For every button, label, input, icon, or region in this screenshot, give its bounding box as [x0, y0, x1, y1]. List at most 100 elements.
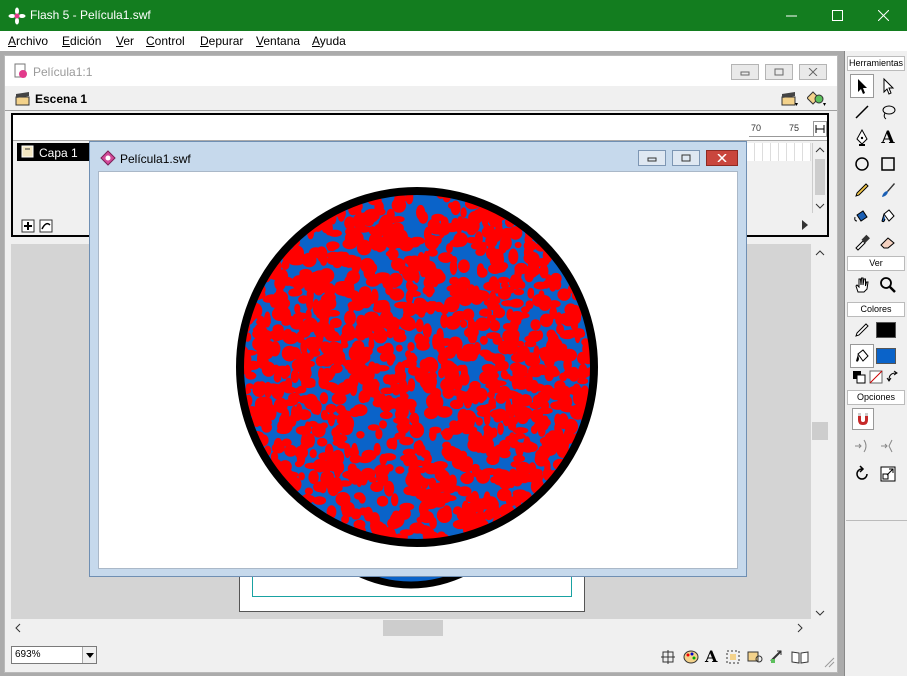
- resize-grip-icon[interactable]: [823, 656, 835, 668]
- smooth-button[interactable]: [850, 434, 874, 458]
- menu-control[interactable]: Control: [146, 34, 185, 48]
- red-spray-dot: [278, 306, 287, 322]
- timeline-vscrollbar[interactable]: [812, 143, 827, 213]
- red-spray-dot: [539, 346, 551, 362]
- actions-panel-icon[interactable]: [769, 649, 785, 665]
- red-spray-dot: [392, 510, 401, 519]
- rotate-button[interactable]: [850, 462, 874, 486]
- red-spray-dot: [514, 241, 522, 249]
- color-mixer-icon[interactable]: [683, 649, 699, 665]
- lasso-tool[interactable]: [876, 100, 900, 124]
- red-spray-dot: [340, 251, 350, 262]
- stroke-color-swatch[interactable]: [876, 322, 896, 338]
- red-spray-dot: [395, 410, 405, 417]
- stage-vscroll-thumb[interactable]: [812, 422, 828, 440]
- red-spray-dot: [501, 300, 515, 307]
- menu-ver[interactable]: Ver: [116, 34, 134, 48]
- swf-restore-button[interactable]: [672, 150, 700, 166]
- movie-restore-button[interactable]: [765, 64, 793, 80]
- zoom-select[interactable]: 693%: [11, 646, 97, 664]
- swf-minimize-button[interactable]: [638, 150, 666, 166]
- red-spray-dot: [457, 408, 469, 424]
- red-spray-dot: [415, 440, 424, 456]
- red-spray-dot: [464, 327, 479, 339]
- stage-hscrollbar[interactable]: [11, 619, 811, 637]
- stage-vscrollbar[interactable]: [811, 244, 829, 637]
- hand-tool[interactable]: [850, 273, 874, 297]
- red-spray-dot: [273, 371, 282, 383]
- red-spray-dot: [483, 411, 491, 426]
- rectangle-tool[interactable]: [876, 152, 900, 176]
- snap-to-objects-button[interactable]: [852, 408, 874, 430]
- frame-cells[interactable]: [747, 143, 811, 161]
- timeline-scroll-right-icon[interactable]: [799, 218, 811, 232]
- red-spray-dot: [254, 382, 266, 398]
- red-spray-dot: [385, 464, 394, 472]
- fill-color-swatch[interactable]: [876, 348, 896, 364]
- pen-tool[interactable]: [850, 126, 874, 150]
- red-spray-dot: [374, 482, 384, 491]
- no-color-icon[interactable]: [869, 370, 883, 384]
- red-spray-dot: [449, 276, 460, 286]
- movie-explorer-icon[interactable]: [747, 649, 763, 665]
- dropper-tool[interactable]: [850, 230, 874, 254]
- red-spray-dot: [332, 477, 340, 485]
- straighten-button[interactable]: [876, 434, 900, 458]
- line-tool[interactable]: [850, 100, 874, 124]
- swf-movie-canvas[interactable]: [98, 171, 738, 569]
- character-panel-icon[interactable]: A: [705, 647, 717, 666]
- scene-clapper-icon: [15, 92, 30, 106]
- red-spray-dot: [340, 342, 349, 349]
- oval-tool[interactable]: [850, 152, 874, 176]
- text-tool[interactable]: A: [876, 126, 900, 150]
- library-icon[interactable]: [791, 649, 809, 665]
- close-button[interactable]: [860, 0, 906, 31]
- add-guide-layer-icon[interactable]: [39, 219, 53, 233]
- eraser-tool[interactable]: [876, 230, 900, 254]
- menu-edicion[interactable]: Edición: [62, 34, 101, 48]
- swf-close-button[interactable]: [706, 150, 738, 166]
- stage-hscroll-thumb[interactable]: [383, 620, 443, 636]
- scale-button[interactable]: [876, 462, 900, 486]
- timeline-vscroll-thumb[interactable]: [815, 159, 825, 195]
- brush-tool[interactable]: [876, 178, 900, 202]
- red-spray-dot: [438, 368, 445, 379]
- red-spray-dot: [379, 352, 389, 362]
- default-colors-icon[interactable]: [852, 370, 866, 384]
- maximize-button[interactable]: [814, 0, 860, 31]
- red-spray-dot: [567, 385, 583, 396]
- menu-ventana[interactable]: Ventana: [256, 34, 300, 48]
- pencil-tool[interactable]: [850, 178, 874, 202]
- red-spray-dot: [298, 271, 308, 282]
- subselect-tool[interactable]: [876, 74, 900, 98]
- scene-label[interactable]: Escena 1: [35, 92, 87, 106]
- minimize-button[interactable]: [768, 0, 814, 31]
- ink-bottle-tool[interactable]: [850, 204, 874, 228]
- menu-depurar[interactable]: Depurar: [200, 34, 243, 48]
- info-panel-icon[interactable]: [661, 650, 675, 664]
- red-spray-dot: [394, 301, 410, 309]
- zoom-dropdown-button[interactable]: [82, 647, 96, 663]
- movie-close-button[interactable]: [799, 64, 827, 80]
- paint-bucket-tool[interactable]: [876, 204, 900, 228]
- red-spray-dot: [313, 282, 325, 296]
- swap-colors-icon[interactable]: [886, 370, 900, 384]
- red-spray-dot: [544, 459, 551, 474]
- arrow-tool[interactable]: [850, 74, 874, 98]
- layer-row-capa1[interactable]: Capa 1: [17, 143, 93, 161]
- edit-symbols-icon[interactable]: [807, 90, 827, 108]
- movie-minimize-button[interactable]: [731, 64, 759, 80]
- edit-scene-icon[interactable]: [781, 91, 799, 107]
- red-spray-dot: [333, 262, 342, 269]
- red-spray-dot: [486, 225, 495, 232]
- zoom-tool[interactable]: [876, 273, 900, 297]
- red-spray-dot: [497, 287, 512, 300]
- menu-ayuda[interactable]: Ayuda: [312, 34, 346, 48]
- red-spray-dot: [304, 487, 313, 495]
- red-spray-dot: [298, 295, 310, 304]
- frame-view-menu-button[interactable]: [813, 121, 827, 137]
- add-layer-icon[interactable]: [21, 219, 35, 233]
- red-spray-dot: [256, 318, 271, 327]
- instance-panel-icon[interactable]: [725, 649, 741, 665]
- menu-archivo[interactable]: Archivo: [8, 34, 48, 48]
